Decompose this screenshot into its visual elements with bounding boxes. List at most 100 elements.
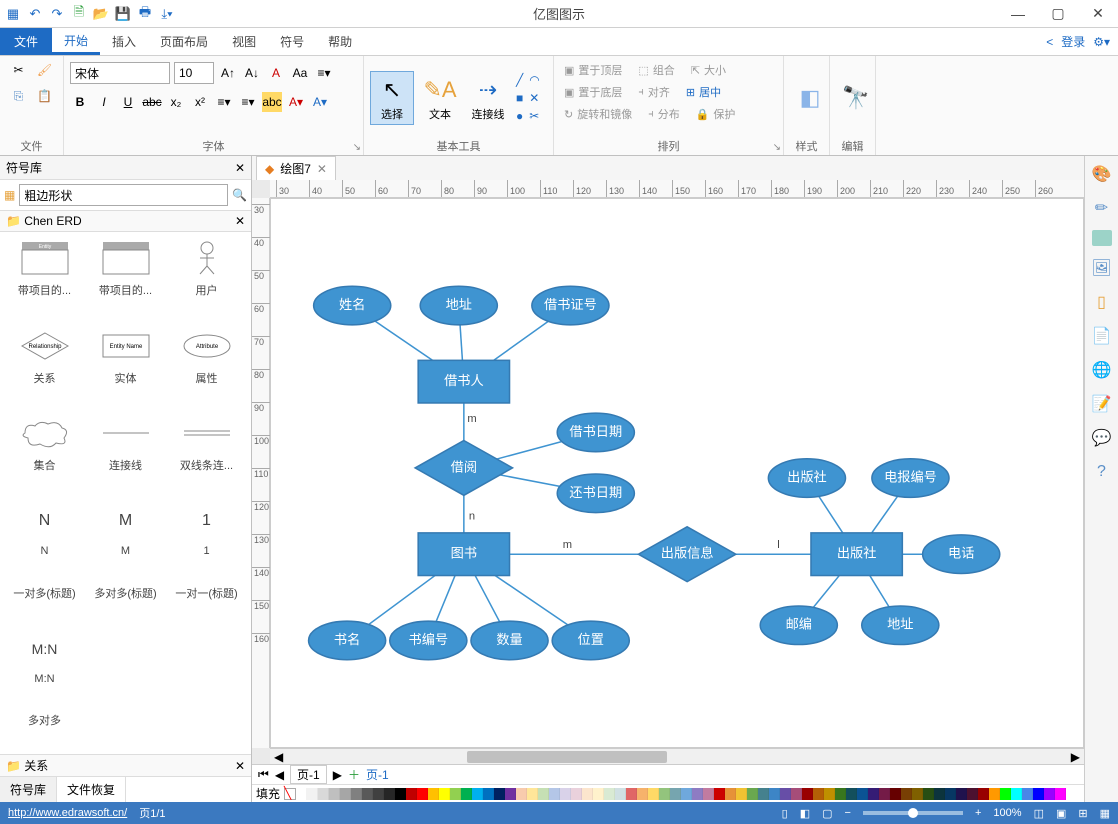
fit-icon4[interactable]: ▦ bbox=[1100, 807, 1110, 820]
color-swatch[interactable] bbox=[406, 788, 417, 800]
next-page-icon[interactable]: ▶ bbox=[333, 768, 342, 782]
paste-icon[interactable]: 📋 bbox=[35, 86, 55, 106]
line-spacing-icon[interactable]: ≡▾ bbox=[314, 63, 334, 83]
color-swatch[interactable] bbox=[802, 788, 813, 800]
bold-button[interactable]: B bbox=[70, 92, 90, 112]
settings-icon[interactable]: ⚙▾ bbox=[1093, 35, 1110, 49]
color-swatch[interactable] bbox=[461, 788, 472, 800]
color-swatch[interactable] bbox=[879, 788, 890, 800]
color-swatch[interactable] bbox=[989, 788, 1000, 800]
color-swatch[interactable] bbox=[615, 788, 626, 800]
shape-n[interactable]: NN bbox=[6, 501, 83, 577]
shape-m[interactable]: MM bbox=[87, 501, 164, 577]
color-swatch[interactable] bbox=[450, 788, 461, 800]
prev-page-icon[interactable]: ◀ bbox=[275, 768, 284, 782]
group-button[interactable]: ⬚ 组合 bbox=[634, 60, 678, 80]
minimize-button[interactable]: ― bbox=[998, 0, 1038, 28]
library-icon[interactable]: ▦ bbox=[4, 188, 15, 202]
format-painter-icon[interactable]: 🖌 bbox=[35, 60, 55, 80]
tab-help[interactable]: 帮助 bbox=[316, 28, 364, 55]
color-swatch[interactable] bbox=[384, 788, 395, 800]
close-category2-icon[interactable]: ✕ bbox=[235, 759, 245, 773]
ellipse-shape-icon[interactable]: ● bbox=[516, 109, 523, 123]
horizontal-scrollbar[interactable]: ◀▶ bbox=[270, 748, 1084, 764]
shape-1[interactable]: 11 bbox=[168, 501, 245, 577]
fit-icon2[interactable]: ▣ bbox=[1056, 807, 1066, 820]
center-button[interactable]: ⊞ 居中 bbox=[682, 82, 725, 102]
color-swatch[interactable] bbox=[747, 788, 758, 800]
shape-entity-list1[interactable]: Entity带项目的... bbox=[6, 238, 83, 318]
increase-font-icon[interactable]: A↑ bbox=[218, 63, 238, 83]
shape-many-many[interactable]: 多对多 bbox=[6, 712, 83, 748]
tab-symbol[interactable]: 符号 bbox=[268, 28, 316, 55]
layers-icon[interactable]: ▯ bbox=[1090, 290, 1114, 314]
change-case-icon[interactable]: Aa bbox=[290, 63, 310, 83]
color-swatch[interactable] bbox=[769, 788, 780, 800]
color-swatch[interactable] bbox=[395, 788, 406, 800]
underline-button[interactable]: U bbox=[118, 92, 138, 112]
close-panel-icon[interactable]: ✕ bbox=[235, 161, 245, 175]
current-page[interactable]: 页-1 bbox=[290, 765, 327, 784]
color-swatch[interactable] bbox=[967, 788, 978, 800]
shape-set[interactable]: 集合 bbox=[6, 413, 83, 493]
shape-attribute[interactable]: Attribute属性 bbox=[168, 326, 245, 406]
color-swatch[interactable] bbox=[340, 788, 351, 800]
no-fill-icon[interactable]: ╲ bbox=[284, 788, 296, 800]
tab-file[interactable]: 文件 bbox=[0, 28, 52, 55]
color-swatch[interactable] bbox=[538, 788, 549, 800]
close-button[interactable]: ✕ bbox=[1078, 0, 1118, 28]
color-swatch[interactable] bbox=[1022, 788, 1033, 800]
color-swatch[interactable] bbox=[1055, 788, 1066, 800]
tab-insert[interactable]: 插入 bbox=[100, 28, 148, 55]
new-icon[interactable]: 🗎 bbox=[70, 5, 88, 23]
export-icon[interactable]: ⤓▾ bbox=[158, 5, 176, 23]
color-swatch[interactable] bbox=[648, 788, 659, 800]
color-swatch[interactable] bbox=[890, 788, 901, 800]
color-swatch[interactable] bbox=[758, 788, 769, 800]
globe-icon[interactable]: 🌐 bbox=[1090, 358, 1114, 382]
shape-m-n-title[interactable]: 多对多(标题) bbox=[87, 585, 164, 621]
color-swatch[interactable] bbox=[978, 788, 989, 800]
shape-double-line[interactable]: 双线条连... bbox=[168, 413, 245, 493]
theme-icon[interactable]: 🎨 bbox=[1090, 162, 1114, 186]
line-shape-icon[interactable]: ╱ bbox=[516, 73, 523, 87]
decrease-font-icon[interactable]: A↓ bbox=[242, 63, 262, 83]
tab-layout[interactable]: 页面布局 bbox=[148, 28, 220, 55]
superscript-button[interactable]: x² bbox=[190, 92, 210, 112]
page-icon[interactable]: 📄 bbox=[1090, 324, 1114, 348]
color-swatch[interactable] bbox=[725, 788, 736, 800]
color-swatch[interactable] bbox=[483, 788, 494, 800]
color-swatch[interactable] bbox=[692, 788, 703, 800]
color-swatch[interactable] bbox=[329, 788, 340, 800]
document-tab[interactable]: ◆ 绘图7 ✕ bbox=[256, 156, 336, 180]
color-swatch[interactable] bbox=[945, 788, 956, 800]
close-category-icon[interactable]: ✕ bbox=[235, 214, 245, 228]
shape-user[interactable]: 用户 bbox=[168, 238, 245, 318]
color-swatch[interactable] bbox=[516, 788, 527, 800]
distribute-button[interactable]: ⫞ 分布 bbox=[644, 104, 684, 124]
select-tool-button[interactable]: ↖ 选择 bbox=[370, 71, 414, 125]
shape-mn[interactable]: M:NM:N bbox=[6, 629, 83, 705]
page-link[interactable]: 页-1 bbox=[366, 766, 389, 783]
color-swatch[interactable] bbox=[813, 788, 824, 800]
login-link[interactable]: 登录 bbox=[1061, 33, 1085, 50]
fit-icon1[interactable]: ◫ bbox=[1034, 807, 1044, 820]
font-color-button[interactable]: A▾ bbox=[286, 92, 306, 112]
color-swatch[interactable] bbox=[417, 788, 428, 800]
strikethrough-button[interactable]: abc bbox=[142, 92, 162, 112]
color-swatch[interactable] bbox=[681, 788, 692, 800]
color-swatch[interactable] bbox=[472, 788, 483, 800]
color-swatch[interactable] bbox=[736, 788, 747, 800]
color-swatch[interactable] bbox=[714, 788, 725, 800]
color-swatch[interactable] bbox=[1011, 788, 1022, 800]
image-icon[interactable]: 🖼 bbox=[1090, 256, 1114, 280]
color-swatch[interactable] bbox=[835, 788, 846, 800]
connector-tool-button[interactable]: ⇢ 连接线 bbox=[466, 72, 510, 124]
color-swatch[interactable] bbox=[439, 788, 450, 800]
color-swatch[interactable] bbox=[659, 788, 670, 800]
find-button[interactable]: 🔭 bbox=[836, 80, 876, 116]
color-swatch[interactable] bbox=[934, 788, 945, 800]
help-icon[interactable]: ? bbox=[1090, 460, 1114, 484]
font-size-input[interactable] bbox=[174, 62, 214, 84]
size-button[interactable]: ⇱ 大小 bbox=[687, 60, 730, 80]
